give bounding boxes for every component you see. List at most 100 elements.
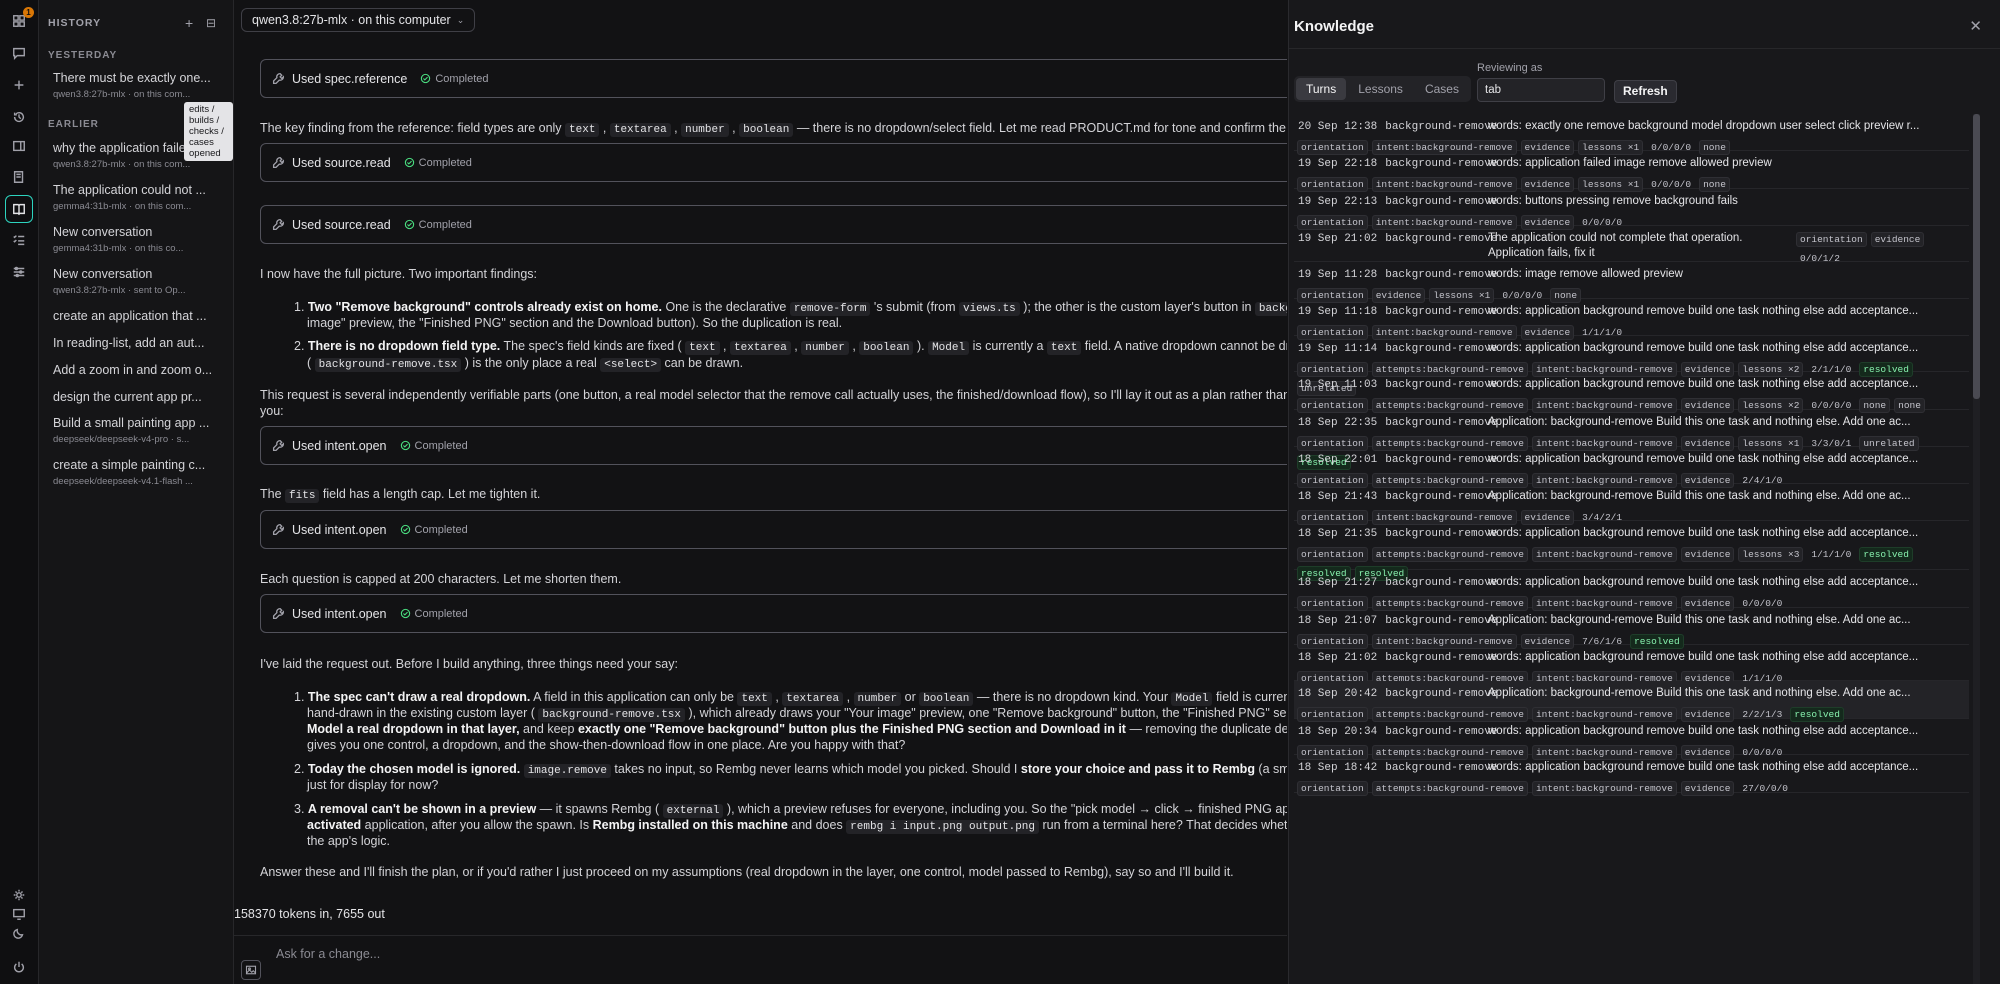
section-yesterday: YESTERDAY — [48, 50, 118, 61]
attach-image-button[interactable] — [241, 960, 261, 980]
history-item[interactable]: There must be exactly one... qwen3.8:27b-… — [53, 71, 221, 100]
tag: 27/0/0/0 — [1742, 783, 1788, 794]
finding-item-cont: image" preview, the "Finished PNG" secti… — [307, 316, 843, 330]
turn-text: The application could not complete that … — [1488, 232, 1743, 244]
turn-date: 19 Sep 22:18 background-remove — [1298, 158, 1498, 170]
turn-row[interactable]: 20 Sep 12:38 background-remove words: exac… — [1294, 114, 1969, 155]
turn-row[interactable]: 19 Sep 21:02 background-remove The applica… — [1294, 226, 1969, 264]
turn-text: Application: background-remove Build thi… — [1488, 614, 1911, 626]
scrollbar-thumb[interactable] — [1973, 114, 1980, 399]
section-earlier: EARLIER — [48, 119, 99, 130]
history-item[interactable]: New conversation gemma4:31b-mlx · on this… — [53, 225, 221, 254]
tool-call[interactable]: Used intent.open Completed — [260, 510, 1287, 549]
icon-rail: 1 — [0, 0, 39, 984]
knowledge-icon[interactable] — [5, 195, 33, 223]
tool-call[interactable]: Used source.read Completed — [260, 205, 1287, 244]
turn-row[interactable]: 18 Sep 21:43 background-remove Application… — [1294, 484, 1969, 525]
moon-icon[interactable] — [8, 922, 30, 944]
panel-icon[interactable] — [8, 135, 30, 157]
turn-date: 19 Sep 22:13 background-remove — [1298, 196, 1498, 208]
history-icon[interactable] — [8, 106, 30, 128]
turn-date: 19 Sep 11:03 background-remove — [1298, 379, 1498, 391]
tool-call[interactable]: Used source.read Completed — [260, 143, 1287, 182]
turn-text: words: image remove allowed preview — [1488, 268, 1683, 280]
turn-list: 20 Sep 12:38 background-remove words: exac… — [1294, 114, 1969, 984]
turn-row[interactable]: 18 Sep 20:42 background-remove Application… — [1294, 681, 1969, 722]
history-item[interactable]: create an application that ... — [53, 309, 221, 323]
turn-text: words: application background remove bui… — [1488, 453, 1919, 465]
reviewing-input[interactable]: tab — [1477, 78, 1605, 102]
tool-call[interactable]: Used spec.reference Completed — [260, 59, 1287, 98]
history-item[interactable]: The application could not ... gemma4:31b-… — [53, 183, 221, 212]
turn-row[interactable]: 19 Sep 11:03 background-remove words: appl… — [1294, 372, 1969, 413]
notification-badge: 1 — [23, 7, 34, 18]
image-icon — [245, 965, 257, 975]
turn-text: words: buttons pressing remove backgroun… — [1488, 195, 1738, 207]
turn-row[interactable]: 19 Sep 22:13 background-remove words: butt… — [1294, 189, 1969, 230]
turn-text: words: application background remove bui… — [1488, 527, 1919, 539]
sliders-icon[interactable] — [8, 261, 30, 283]
turn-tags: orientation evidence 0/0/1/2 — [1796, 232, 1966, 266]
check-circle-icon — [400, 524, 410, 535]
reviewing-label: Reviewing as — [1477, 62, 1543, 74]
history-sidebar: HISTORY + ⊟ YESTERDAY EARLIER edits / bu… — [39, 0, 234, 984]
new-chat-plus-icon[interactable]: + — [185, 15, 193, 31]
status-completed: Completed — [400, 524, 468, 536]
turn-row[interactable]: 19 Sep 11:14 background-remove words: appl… — [1294, 336, 1969, 396]
tag: intent:background-remove — [1531, 547, 1677, 562]
chevron-down-icon: ⌄ — [456, 14, 465, 25]
checklist-icon[interactable] — [8, 229, 30, 251]
composer[interactable]: Ask for a change... — [234, 935, 1287, 984]
tag: orientation — [1297, 547, 1368, 562]
history-item[interactable]: create a simple painting c... deepseek/de… — [53, 458, 221, 487]
turn-row[interactable]: 18 Sep 21:35 background-remove words: appl… — [1294, 521, 1969, 581]
book-icon[interactable] — [8, 166, 30, 188]
model-selector[interactable]: qwen3.8:27b-mlx · on this computer ⌄ — [241, 8, 476, 32]
finding-item: 2. There is no dropdown field type. The … — [294, 339, 1287, 355]
turn-row[interactable]: 18 Sep 18:42 background-remove words: appl… — [1294, 755, 1969, 796]
wrench-icon — [272, 218, 285, 231]
tool-call[interactable]: Used intent.open Completed — [260, 426, 1287, 465]
turn-row[interactable]: 18 Sep 22:01 background-remove words: appl… — [1294, 447, 1969, 488]
turn-row[interactable]: 19 Sep 22:18 background-remove words: appl… — [1294, 151, 1969, 192]
tab-turns[interactable]: Turns — [1296, 78, 1347, 100]
history-item[interactable]: Build a small painting app ... deepseek/d… — [53, 416, 221, 445]
collapse-sidebar-icon[interactable]: ⊟ — [206, 16, 216, 30]
turn-date: 19 Sep 11:28 background-remove — [1298, 269, 1498, 281]
tab-bar: Turns Lessons Cases — [1294, 76, 1471, 102]
turn-text: words: application background remove bui… — [1488, 725, 1919, 737]
tag: orientation — [1796, 232, 1867, 247]
question-item-cont: just for display for now? — [307, 778, 439, 792]
history-item[interactable]: New conversation qwen3.8:27b-mlx · sent t… — [53, 267, 221, 296]
tag: evidence — [1870, 232, 1925, 247]
chat-icon[interactable] — [8, 42, 30, 64]
tag: lessons ×3 — [1738, 547, 1804, 562]
question-item-cont: gives you one control, a dropdown, and t… — [307, 738, 906, 752]
assistant-message: Answer these and I'll finish the plan, o… — [260, 865, 1234, 879]
turn-row[interactable]: 18 Sep 20:34 background-remove words: appl… — [1294, 719, 1969, 760]
scrollbar[interactable] — [1973, 114, 1980, 984]
history-item[interactable]: design the current app pr... — [53, 390, 221, 404]
turn-row[interactable]: 18 Sep 21:27 background-remove words: appl… — [1294, 570, 1969, 611]
turn-date: 18 Sep 18:42 background-remove — [1298, 762, 1498, 774]
turn-row[interactable]: 18 Sep 22:35 background-remove Application… — [1294, 410, 1969, 470]
tab-lessons[interactable]: Lessons — [1348, 78, 1413, 100]
question-item-cont: the app's logic. — [307, 834, 390, 848]
tab-cases[interactable]: Cases — [1415, 78, 1469, 100]
refresh-button[interactable]: Refresh — [1614, 80, 1677, 103]
history-item[interactable]: Add a zoom in and zoom o... — [53, 363, 221, 377]
power-icon[interactable] — [8, 956, 30, 978]
turn-tags: orientation attempts:background-remove int… — [1297, 781, 1937, 796]
tool-call[interactable]: Used intent.open Completed — [260, 594, 1287, 633]
turn-row[interactable]: 18 Sep 21:07 background-remove Application… — [1294, 608, 1969, 649]
turn-row[interactable]: 19 Sep 11:18 background-remove words: appl… — [1294, 299, 1969, 340]
turn-date: 20 Sep 12:38 background-remove — [1298, 121, 1498, 133]
turn-row[interactable]: 19 Sep 11:28 background-remove words: imag… — [1294, 262, 1969, 303]
plus-icon[interactable] — [8, 74, 30, 96]
turn-row[interactable]: 18 Sep 21:02 background-remove words: appl… — [1294, 645, 1969, 686]
history-item[interactable]: In reading-list, add an aut... — [53, 336, 221, 350]
composer-input[interactable]: Ask for a change... — [276, 947, 380, 961]
wrench-icon — [272, 523, 285, 536]
close-icon[interactable]: ✕ — [1969, 17, 1982, 35]
apps-icon[interactable]: 1 — [8, 7, 34, 32]
